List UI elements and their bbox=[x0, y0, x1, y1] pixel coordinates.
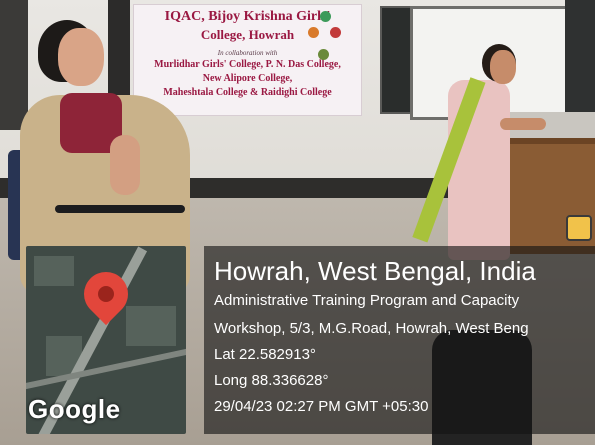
seated-woman-face bbox=[58, 28, 104, 86]
speaker-arm bbox=[500, 118, 546, 130]
banner-line-4: Murlidhar Girls' College, P. N. Das Coll… bbox=[154, 59, 341, 70]
college-logo bbox=[308, 27, 319, 38]
map-thumbnail: Google bbox=[26, 246, 186, 434]
map-block bbox=[126, 306, 176, 346]
speaker-face bbox=[490, 50, 516, 84]
map-brand-logo: Google bbox=[28, 394, 121, 424]
latitude-text: Lat 22.582913° bbox=[214, 346, 316, 363]
address-line-2: Workshop, 5/3, M.G.Road, Howrah, West Be… bbox=[214, 320, 529, 337]
timestamp-text: 29/04/23 02:27 PM GMT +05:30 bbox=[214, 398, 429, 415]
longitude-text: Long 88.336628° bbox=[214, 372, 329, 389]
location-title: Howrah, West Bengal, India bbox=[214, 256, 536, 286]
pillar bbox=[108, 0, 130, 100]
address-line-1: Administrative Training Program and Capa… bbox=[214, 292, 520, 309]
photo-scene: IQAC, Bijoy Krishna Girls' College, Howr… bbox=[0, 0, 595, 445]
banner-line-6: Maheshtala College & Raidighi College bbox=[163, 87, 332, 98]
seated-woman-arm bbox=[110, 135, 140, 195]
location-pin-center bbox=[98, 286, 114, 302]
camera-app-icon bbox=[566, 215, 592, 241]
speaker-sari bbox=[448, 80, 510, 260]
college-logo bbox=[318, 49, 329, 60]
banner-line-5: New Alipore College, bbox=[202, 73, 293, 84]
door-frame bbox=[0, 0, 28, 130]
college-logo bbox=[330, 27, 341, 38]
geotag-info-panel: Howrah, West Bengal, India Administrativ… bbox=[204, 246, 595, 434]
chair-armrest bbox=[55, 205, 185, 213]
banner-line-2: College, Howrah bbox=[200, 27, 295, 42]
event-banner: IQAC, Bijoy Krishna Girls' College, Howr… bbox=[133, 4, 362, 116]
map-block bbox=[34, 256, 74, 286]
college-logo bbox=[320, 11, 331, 22]
